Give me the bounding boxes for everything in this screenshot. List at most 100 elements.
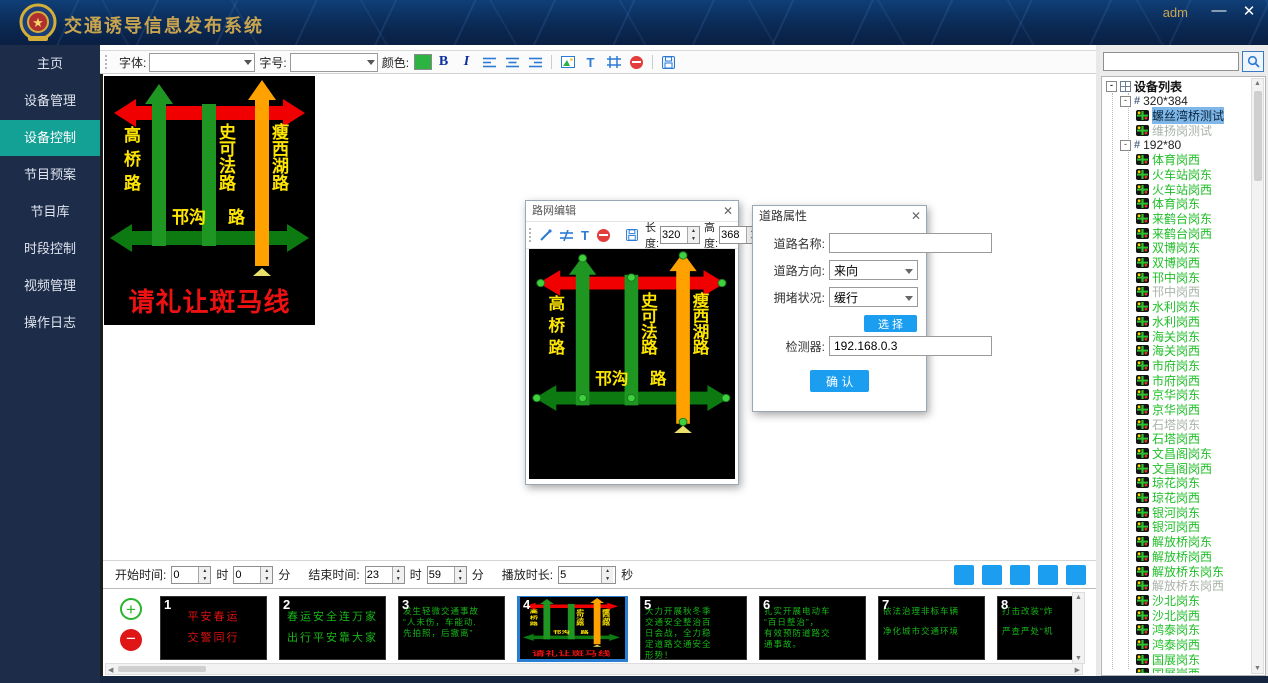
dialog-titlebar[interactable]: 路网编辑 ✕ xyxy=(526,201,738,222)
spin-up-icon[interactable]: ▲ xyxy=(261,567,272,575)
tree-item[interactable]: 沙北岗西 xyxy=(1104,608,1251,623)
program-thumbnail[interactable]: 1 平安春运交警同行 xyxy=(160,596,267,660)
tree-item[interactable]: 沙北岗东 xyxy=(1104,593,1251,608)
tree-item[interactable]: 解放桥东岗东 xyxy=(1104,564,1251,579)
tree-item[interactable]: 琼花岗西 xyxy=(1104,490,1251,505)
detector-input[interactable] xyxy=(829,336,992,356)
tree-item[interactable]: 水利岗东 xyxy=(1104,299,1251,314)
tree-item[interactable]: 海关岗西 xyxy=(1104,343,1251,358)
spinner-buttons[interactable]: ▲▼ xyxy=(687,227,699,243)
tree-item[interactable]: 文昌阁岗西 xyxy=(1104,461,1251,476)
road-direction-select[interactable]: 来向 xyxy=(829,260,918,280)
tree-item[interactable]: 解放桥东岗西 xyxy=(1104,578,1251,593)
sidebar-item[interactable]: 主页 xyxy=(0,46,100,82)
action-button[interactable] xyxy=(1038,565,1058,585)
close-icon[interactable]: ✕ xyxy=(911,206,921,226)
spin-up-icon[interactable]: ▲ xyxy=(602,567,613,575)
tree-item[interactable]: 邗中岗西 xyxy=(1104,285,1251,300)
height-input[interactable] xyxy=(720,227,746,243)
sidebar-item[interactable]: 设备控制 xyxy=(0,120,100,156)
tree-item[interactable]: 银河岗东 xyxy=(1104,505,1251,520)
italic-button[interactable]: I xyxy=(459,55,474,70)
tree-item[interactable]: 国展岗西 xyxy=(1104,667,1251,674)
scroll-down-icon[interactable]: ▼ xyxy=(1252,665,1263,672)
tree-item[interactable]: 鸿泰岗西 xyxy=(1104,637,1251,652)
sidebar-item[interactable]: 时段控制 xyxy=(0,231,100,267)
collapse-icon[interactable]: - xyxy=(1120,140,1131,151)
tree-item[interactable]: 鸿泰岗东 xyxy=(1104,622,1251,637)
action-button[interactable] xyxy=(1066,565,1086,585)
tree-item[interactable]: 解放桥岗西 xyxy=(1104,549,1251,564)
tree-item[interactable]: 市府岗西 xyxy=(1104,373,1251,388)
dialog-titlebar[interactable]: 道路属性 ✕ xyxy=(753,206,926,226)
tree-item[interactable]: 文昌阁岗东 xyxy=(1104,446,1251,461)
control-points-layer[interactable] xyxy=(529,249,735,478)
tree-item[interactable]: 体育岗西 xyxy=(1104,152,1251,167)
tree-item[interactable]: 京华岗东 xyxy=(1104,387,1251,402)
road-name-input[interactable] xyxy=(829,233,992,253)
device-search-button[interactable] xyxy=(1242,51,1264,72)
led-sign-preview[interactable]: 高桥路 史可法路 瘦西湖路 邗沟 路 请礼让斑马线 xyxy=(104,76,315,325)
text-tool-button[interactable]: T xyxy=(581,228,589,243)
spin-up-icon[interactable]: ▲ xyxy=(393,567,404,575)
spin-down-icon[interactable]: ▼ xyxy=(199,575,210,583)
end-hour-input[interactable] xyxy=(366,567,392,583)
program-thumbnail[interactable]: 6 扎实开展电动车“百日整治”，有效预防道路交通事故。 xyxy=(759,596,866,660)
scroll-left-icon[interactable]: ◀ xyxy=(108,666,113,674)
spin-down-icon[interactable]: ▼ xyxy=(688,235,699,243)
tree-item[interactable]: 银河岗西 xyxy=(1104,520,1251,535)
sidebar-item[interactable]: 视频管理 xyxy=(0,268,100,304)
bold-button[interactable]: B xyxy=(436,55,451,70)
tree-item[interactable]: 国展岗东 xyxy=(1104,652,1251,667)
font-select[interactable] xyxy=(149,53,255,72)
sidebar-item[interactable]: 节目库 xyxy=(0,194,100,230)
spin-up-icon[interactable]: ▲ xyxy=(688,227,699,235)
spin-down-icon[interactable]: ▼ xyxy=(455,575,466,583)
road-network-button[interactable] xyxy=(606,55,621,70)
led-sign-edit-view[interactable]: 高桥路 史可法路 瘦西湖路 邗沟 路 请礼让斑马线 xyxy=(529,249,735,478)
tree-item[interactable]: 火车站岗西 xyxy=(1104,182,1251,197)
spinner-buttons[interactable]: ▲▼ xyxy=(454,567,466,583)
tree-item[interactable]: 石塔岗东 xyxy=(1104,417,1251,432)
close-icon[interactable]: ✕ xyxy=(723,201,733,221)
spin-up-icon[interactable]: ▲ xyxy=(199,567,210,575)
delete-tool-button[interactable] xyxy=(629,55,644,70)
spinner-buttons[interactable]: ▲▼ xyxy=(198,567,210,583)
align-left-button[interactable] xyxy=(482,55,497,70)
playlist-horizontal-scrollbar[interactable]: ◀ ▶ xyxy=(105,663,1083,675)
duration-input[interactable] xyxy=(559,567,601,583)
tree-item[interactable]: 体育岗东 xyxy=(1104,197,1251,212)
add-program-button[interactable]: + xyxy=(120,598,142,620)
scrollbar-thumb[interactable] xyxy=(118,666,206,672)
collapse-icon[interactable]: - xyxy=(1106,81,1117,92)
insert-image-button[interactable] xyxy=(560,55,575,70)
action-button[interactable] xyxy=(1010,565,1030,585)
action-button[interactable] xyxy=(954,565,974,585)
end-minute-input[interactable] xyxy=(428,567,454,583)
tree-item[interactable]: 维扬岗测试 xyxy=(1104,123,1251,138)
program-thumbnail[interactable]: 8 打击改装“炸严查严处“机 xyxy=(997,596,1080,660)
program-thumbnail[interactable]: 7 依法治理非标车辆净化城市交通环境 xyxy=(878,596,985,660)
scroll-up-icon[interactable]: ▲ xyxy=(1073,594,1084,601)
road-segment-button[interactable] xyxy=(560,228,573,243)
tree-item[interactable]: 双博岗东 xyxy=(1104,241,1251,256)
spin-down-icon[interactable]: ▼ xyxy=(261,575,272,583)
congestion-select[interactable]: 缓行 xyxy=(829,287,918,307)
sidebar-item[interactable]: 操作日志 xyxy=(0,305,100,341)
spinner-buttons[interactable]: ▲▼ xyxy=(601,567,613,583)
start-hour-input[interactable] xyxy=(172,567,198,583)
sidebar-item[interactable]: 设备管理 xyxy=(0,83,100,119)
minimize-button[interactable]: — xyxy=(1208,2,1230,19)
draw-line-button[interactable] xyxy=(540,228,552,243)
align-center-button[interactable] xyxy=(505,55,520,70)
remove-program-button[interactable]: − xyxy=(120,629,142,651)
font-size-select[interactable] xyxy=(290,53,378,72)
select-detector-button[interactable]: 选 择 xyxy=(864,315,917,332)
scroll-down-icon[interactable]: ▼ xyxy=(1073,655,1084,662)
tree-item[interactable]: -#192*80 xyxy=(1104,138,1251,153)
tree-item[interactable]: -#320*384 xyxy=(1104,94,1251,109)
program-thumbnail[interactable]: 2 春运安全连万家出行平安靠大家 xyxy=(279,596,386,660)
align-right-button[interactable] xyxy=(528,55,543,70)
start-minute-input[interactable] xyxy=(234,567,260,583)
toolbar-drag-handle[interactable] xyxy=(529,228,531,242)
